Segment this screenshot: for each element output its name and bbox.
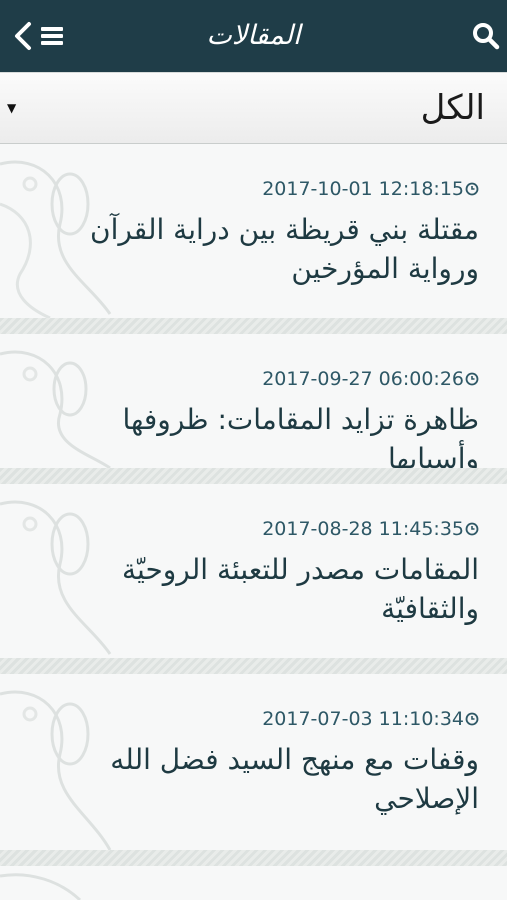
category-filter-value: الكل <box>420 88 485 128</box>
datetime-text: 2017-09-27 06:00:26 <box>262 368 464 390</box>
article-datetime: 2017-08-28 11:45:35 <box>262 518 479 540</box>
page-title: المقالات <box>206 20 301 51</box>
article-datetime: 2017-09-27 06:00:26 <box>262 368 479 390</box>
article-title: المقامات مصدر للتعبئة الروحيّة والثقافيّ… <box>122 553 479 625</box>
divider <box>0 850 507 866</box>
category-filter-select[interactable]: ▼ الكل <box>0 72 507 144</box>
top-app-bar: المقالات <box>0 0 507 72</box>
datetime-text: 2017-07-03 11:10:34 <box>262 708 464 730</box>
article-datetime: 2017-07-03 11:10:34 <box>262 708 479 730</box>
article-datetime: 2017-10-01 12:18:15 <box>262 178 479 200</box>
clock-icon <box>465 522 479 536</box>
divider <box>0 318 507 334</box>
divider <box>0 658 507 674</box>
list-item[interactable]: 2017-09-27 06:00:26 ظاهرة تزايد المقامات… <box>0 334 507 468</box>
article-title: وقفات مع منهج السيد فضل الله الإصلاحي <box>110 743 479 815</box>
dropdown-arrow-icon: ▼ <box>7 101 17 115</box>
clock-icon <box>465 182 479 196</box>
clock-icon <box>465 712 479 726</box>
datetime-text: 2017-10-01 12:18:15 <box>262 178 464 200</box>
search-icon[interactable] <box>470 20 502 52</box>
article-title: ظاهرة تزايد المقامات: ظروفها وأسبابها <box>122 403 479 468</box>
clock-icon <box>465 372 479 386</box>
article-title: مقتلة بني قريظة بين دراية القرآن ورواية … <box>90 213 479 285</box>
datetime-text: 2017-08-28 11:45:35 <box>262 518 464 540</box>
list-item[interactable]: 2017-07-03 11:10:34 وقفات مع منهج السيد … <box>0 674 507 850</box>
list-item[interactable] <box>0 866 507 900</box>
list-item[interactable]: 2017-10-01 12:18:15 مقتلة بني قريظة بين … <box>0 144 507 318</box>
list-item[interactable]: 2017-08-28 11:45:35 المقامات مصدر للتعبئ… <box>0 484 507 658</box>
ornament-decoration <box>0 873 82 900</box>
divider <box>0 468 507 484</box>
